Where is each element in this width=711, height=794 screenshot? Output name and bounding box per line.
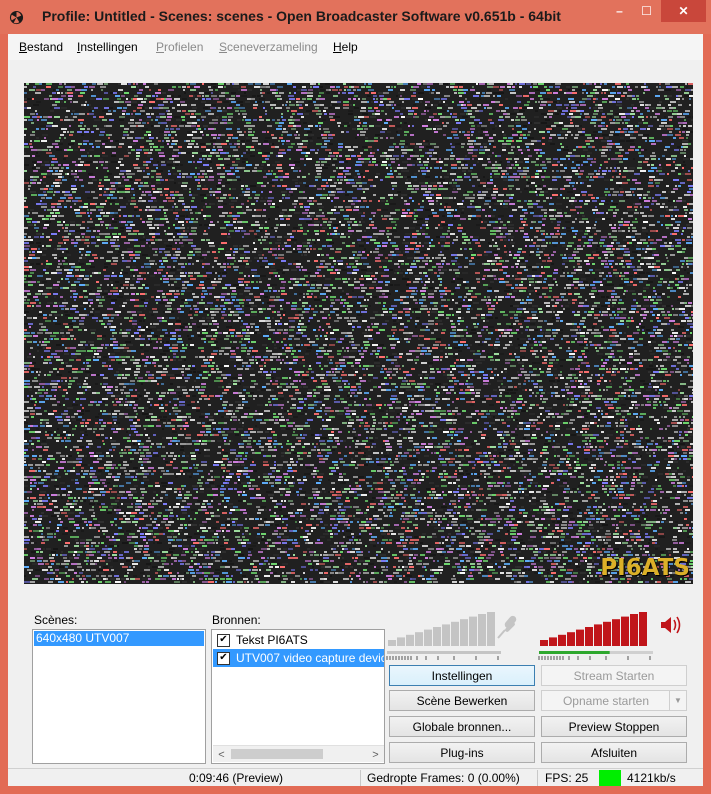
volume-bar [630,614,638,646]
menu-profielen[interactable]: Profielen [156,40,203,54]
volume-bar [433,627,441,646]
global-sources-button[interactable]: Globale bronnen... [389,716,535,737]
volume-bar [621,616,629,646]
microphone-meter [387,651,501,654]
maximize-icon: ☐ [641,4,652,18]
start-recording-button[interactable]: Opname starten ▼ [541,690,687,711]
volume-bar [585,627,593,646]
volume-bar [567,632,575,646]
volume-bar [603,621,611,646]
status-fps: FPS: 25 [545,771,589,785]
scroll-left-icon[interactable]: < [213,746,230,763]
microphone-icon[interactable] [497,614,518,639]
scroll-right-icon[interactable]: > [367,746,384,763]
volume-bar [460,619,468,646]
microphone-meter-ticks [386,656,499,660]
source-checkbox[interactable]: ✔ [217,651,230,665]
stop-preview-button[interactable]: Preview Stoppen [541,716,687,737]
video-preview[interactable]: PI6ATS [24,83,693,584]
minimize-icon: – [616,4,623,18]
volume-bar [451,621,459,646]
status-dropped-frames: Gedropte Frames: 0 (0.00%) [367,771,520,785]
volume-bar [639,612,647,646]
volume-bar [549,637,557,646]
sources-label: Bronnen: [212,613,261,627]
volume-bar [540,640,548,646]
volume-bar [478,614,486,646]
source-name: UTV007 video capture device [236,651,385,665]
volume-bar [487,612,495,646]
scenes-label: Scènes: [34,613,78,627]
volume-bar [612,619,620,646]
volume-bar [558,634,566,646]
volume-bar [576,629,584,646]
edit-scene-button[interactable]: Scène Bewerken [389,690,535,711]
status-divider [537,770,538,786]
close-icon: ✕ [678,4,689,18]
recording-dropdown-chevron-down-icon[interactable]: ▼ [669,691,686,710]
menu-sceneverzameling[interactable]: Sceneverzameling [219,40,318,54]
status-time: 0:09:46 (Preview) [189,771,284,785]
scene-item[interactable]: 640x480 UTV007 [34,631,204,646]
volume-bar [397,637,405,646]
menu-instellingen[interactable]: Instellingen [77,40,138,54]
close-button[interactable]: ✕ [661,0,706,22]
scenes-list[interactable]: 640x480 UTV007 [32,629,206,764]
start-stream-button[interactable]: Stream Starten [541,665,687,686]
status-divider [360,770,361,786]
preview-watermark: PI6ATS [600,555,690,581]
desktop-meter-ticks [538,656,651,660]
status-bitrate: 4121kb/s [627,771,676,785]
status-bar: 0:09:46 (Preview) Gedropte Frames: 0 (0.… [8,768,703,786]
desktop-volume[interactable] [538,612,688,664]
volume-bar [442,624,450,646]
title-bar[interactable]: Profile: Untitled - Scenes: scenes - Ope… [0,0,711,34]
desktop-meter-level [539,651,610,654]
exit-button[interactable]: Afsluiten [541,742,687,763]
plugins-button[interactable]: Plug-ins [389,742,535,763]
volume-bar [469,616,477,646]
minimize-button[interactable]: – [606,0,633,22]
volume-bar [415,632,423,646]
menu-bestand[interactable]: Bestand [19,40,63,54]
client-area: Bestand Instellingen Profielen Sceneverz… [8,34,703,786]
source-name: Tekst PI6ATS [236,633,308,647]
volume-bar [388,640,396,646]
menu-help[interactable]: Help [333,40,358,54]
window-title: Profile: Untitled - Scenes: scenes - Ope… [42,8,561,24]
microphone-volume[interactable] [386,612,536,664]
start-recording-label: Opname starten [562,693,650,708]
obs-logo-icon [9,10,24,25]
volume-bar [406,634,414,646]
sources-horizontal-scrollbar[interactable]: < > [213,745,384,762]
menu-bar: Bestand Instellingen Profielen Sceneverz… [8,34,703,60]
obs-window: Profile: Untitled - Scenes: scenes - Ope… [0,0,711,794]
source-checkbox[interactable]: ✔ [217,633,230,647]
volume-bar [424,629,432,646]
source-item[interactable]: ✔ Tekst PI6ATS [213,631,384,649]
volume-bar [594,624,602,646]
speaker-icon[interactable] [661,616,681,634]
microphone-volume-bars[interactable] [388,612,495,646]
scrollbar-thumb[interactable] [231,749,323,759]
settings-button[interactable]: Instellingen [389,665,535,686]
stream-health-indicator [599,770,621,786]
maximize-button[interactable]: ☐ [633,0,660,22]
sources-list[interactable]: ✔ Tekst PI6ATS ✔ UTV007 video capture de… [211,629,385,764]
source-item[interactable]: ✔ UTV007 video capture device [213,649,384,667]
static-noise-image [24,83,693,583]
desktop-volume-bars[interactable] [540,612,647,646]
